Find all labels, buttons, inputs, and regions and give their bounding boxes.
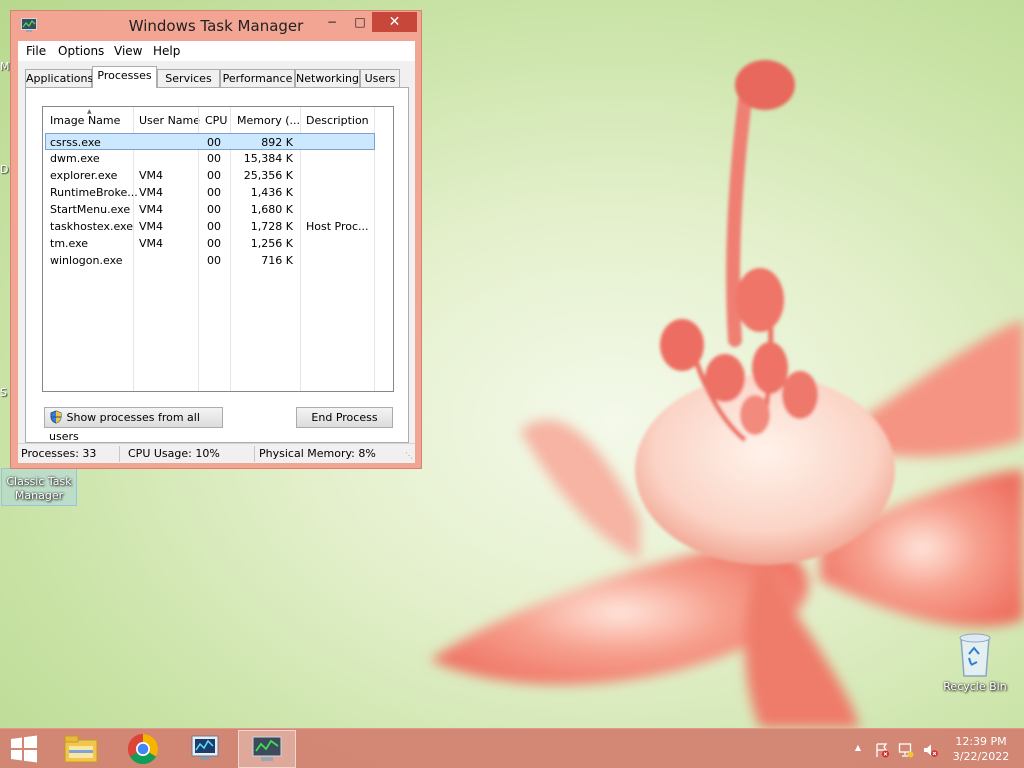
process-cell-image: winlogon.exe — [50, 254, 123, 267]
tab-services[interactable]: Services — [157, 69, 220, 88]
recycle-bin-icon — [959, 633, 991, 677]
process-row[interactable]: dwm.exe 00 15,384 K — [45, 150, 375, 167]
desktop-icon-label-fragment[interactable]: D — [0, 163, 10, 176]
tab-users[interactable]: Users — [360, 69, 400, 88]
status-physical-memory: Physical Memory: 8% — [259, 447, 376, 460]
process-cell-user: VM4 — [139, 237, 164, 250]
window-client-area: File Options View Help Applications Proc… — [18, 41, 415, 463]
taskbar-classic-task-manager[interactable] — [238, 730, 296, 768]
resize-grip-icon[interactable]: ⋱ — [405, 451, 413, 460]
process-cell-memory: 716 K — [261, 254, 293, 267]
column-header-memory[interactable]: Memory (... — [237, 114, 300, 127]
desktop-icon-label: Recycle Bin — [943, 680, 1007, 693]
show-all-processes-button[interactable]: Show processes from all users — [44, 407, 223, 443]
show-all-processes-label: Show processes from all users — [49, 411, 200, 443]
chrome-icon — [127, 734, 159, 765]
process-cell-user: VM4 — [139, 220, 164, 233]
clock-date: 3/22/2022 — [952, 750, 1010, 763]
process-cell-memory: 1,728 K — [250, 220, 293, 233]
status-divider — [254, 446, 255, 462]
tab-networking[interactable]: Networking — [295, 69, 360, 88]
taskbar-file-explorer[interactable] — [52, 730, 110, 768]
process-row[interactable]: RuntimeBroke... VM4 00 1,436 K — [45, 184, 375, 201]
column-header-image-name[interactable]: Image Name — [50, 114, 120, 127]
menu-bar: File Options View Help — [18, 41, 415, 61]
process-cell-cpu: 00 — [207, 203, 221, 216]
volume-muted-icon[interactable] — [922, 742, 938, 758]
process-cell-cpu: 00 — [207, 220, 221, 233]
tab-processes[interactable]: Processes — [92, 66, 157, 88]
status-cpu-usage: CPU Usage: 10% — [128, 447, 220, 460]
task-manager-app-icon — [191, 735, 219, 760]
process-cell-image: explorer.exe — [50, 169, 118, 182]
menu-help[interactable]: Help — [153, 44, 180, 58]
process-cell-description: Host Proc... — [306, 220, 369, 233]
process-cell-image: dwm.exe — [50, 152, 100, 165]
process-row[interactable]: winlogon.exe 00 716 K — [45, 252, 375, 269]
menu-view[interactable]: View — [114, 44, 142, 58]
process-cell-user: VM4 — [139, 186, 164, 199]
process-row[interactable]: csrss.exe 00 892 K — [45, 133, 375, 150]
end-process-button[interactable]: End Process — [296, 407, 393, 428]
taskbar: ▲ 12:39 PM 3/22/2022 — [0, 728, 1024, 768]
process-cell-cpu: 00 — [207, 136, 221, 149]
process-cell-memory: 25,356 K — [243, 169, 293, 182]
status-processes: Processes: 33 — [21, 447, 97, 460]
desktop-icon-label-fragment[interactable]: S — [0, 386, 10, 399]
taskbar-clock[interactable]: 12:39 PM 3/22/2022 — [946, 734, 1016, 764]
process-list[interactable]: ▲ Image Name User Name CPU Memory (... D… — [42, 106, 394, 392]
status-divider — [119, 446, 120, 462]
process-cell-cpu: 00 — [207, 237, 221, 250]
process-cell-image: taskhostex.exe — [50, 220, 133, 233]
close-button[interactable]: ✕ — [372, 12, 417, 32]
menu-options[interactable]: Options — [58, 44, 104, 58]
process-cell-image: RuntimeBroke... — [50, 186, 138, 199]
task-manager-window: Windows Task Manager − □ ✕ File Options … — [10, 10, 422, 469]
desktop-icon-label: Classic Task Manager — [6, 475, 72, 502]
process-cell-image: tm.exe — [50, 237, 89, 250]
process-cell-memory: 1,680 K — [250, 203, 293, 216]
file-explorer-icon — [64, 735, 98, 763]
taskbar-chrome[interactable] — [114, 730, 172, 768]
tray-overflow-icon[interactable]: ▲ — [850, 743, 866, 759]
menu-file[interactable]: File — [26, 44, 46, 58]
clock-time: 12:39 PM — [955, 735, 1007, 748]
process-cell-memory: 1,256 K — [250, 237, 293, 250]
process-cell-cpu: 00 — [207, 169, 221, 182]
start-button[interactable] — [0, 730, 48, 768]
process-row[interactable]: tm.exe VM4 00 1,256 K — [45, 235, 375, 252]
process-cell-user: VM4 — [139, 169, 164, 182]
network-icon[interactable] — [898, 742, 914, 758]
process-cell-image: csrss.exe — [50, 136, 101, 149]
process-cell-memory: 892 K — [261, 136, 293, 149]
process-cell-image: StartMenu.exe — [50, 203, 131, 216]
windows-logo-icon — [11, 735, 37, 763]
process-cell-memory: 1,436 K — [250, 186, 293, 199]
column-header-description[interactable]: Description — [306, 114, 369, 127]
title-bar[interactable]: Windows Task Manager − □ ✕ — [11, 11, 421, 41]
process-cell-cpu: 00 — [207, 254, 221, 267]
action-center-flag-icon[interactable] — [874, 742, 890, 758]
processes-tab-panel: ▲ Image Name User Name CPU Memory (... D… — [25, 87, 409, 443]
uac-shield-icon — [50, 410, 62, 424]
process-cell-memory: 15,384 K — [243, 152, 293, 165]
process-row[interactable]: taskhostex.exe VM4 00 1,728 K Host Proc... — [45, 218, 375, 235]
process-row[interactable]: StartMenu.exe VM4 00 1,680 K — [45, 201, 375, 218]
tab-performance[interactable]: Performance — [220, 69, 295, 88]
process-cell-cpu: 00 — [207, 186, 221, 199]
classic-task-manager-icon — [252, 736, 282, 761]
desktop-icon-recycle-bin[interactable]: Recycle Bin — [937, 630, 1013, 694]
status-bar: Processes: 33 CPU Usage: 10% Physical Me… — [18, 443, 415, 463]
process-cell-user: VM4 — [139, 203, 164, 216]
column-header-user-name[interactable]: User Name — [139, 114, 200, 127]
taskbar-task-manager-shortcut[interactable] — [176, 730, 234, 768]
column-header-cpu[interactable]: CPU — [205, 114, 227, 127]
process-row[interactable]: explorer.exe VM4 00 25,356 K — [45, 167, 375, 184]
minimize-button[interactable]: − — [318, 12, 346, 32]
desktop-icon-classic-task-manager[interactable]: Classic Task Manager — [1, 468, 77, 506]
process-cell-cpu: 00 — [207, 152, 221, 165]
desktop-icon-label-fragment[interactable]: M — [0, 60, 10, 73]
maximize-button[interactable]: □ — [346, 12, 374, 32]
tab-applications[interactable]: Applications — [25, 69, 93, 88]
